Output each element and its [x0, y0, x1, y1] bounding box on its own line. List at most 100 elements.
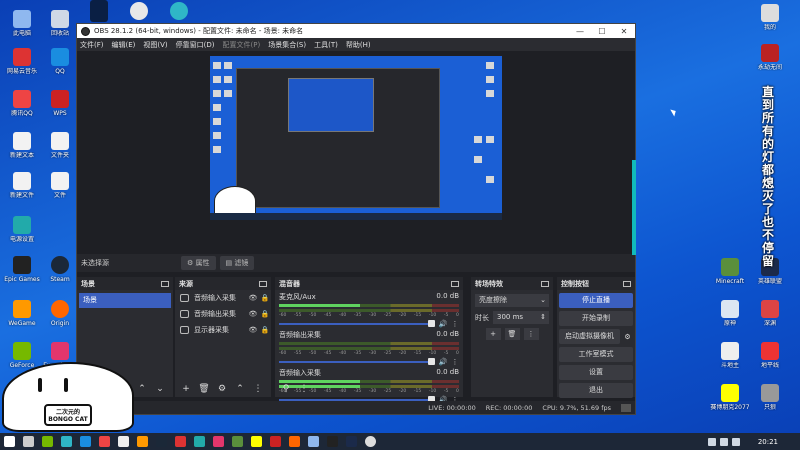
- undock-icon[interactable]: [161, 280, 169, 287]
- visibility-icon[interactable]: 👁: [247, 294, 259, 302]
- source-item[interactable]: 音频输入采集 👁 🔒: [175, 290, 271, 306]
- desktop-icon[interactable]: 只狼: [750, 384, 790, 411]
- desktop-icon[interactable]: 新建文件: [2, 172, 42, 199]
- desktop-icon[interactable]: 网易云音乐: [2, 48, 42, 75]
- desktop-icon[interactable]: QQ: [40, 48, 80, 75]
- lock-icon[interactable]: 🔒: [259, 294, 271, 302]
- start-virtual-camera-button[interactable]: 启动虚拟摄像机: [559, 329, 620, 344]
- desktop-icon[interactable]: WeGame: [2, 300, 42, 327]
- desktop-icon[interactable]: Steam: [40, 256, 80, 283]
- menu-help[interactable]: 帮助(H): [346, 40, 371, 50]
- desktop-icon[interactable]: 原神: [710, 300, 750, 327]
- taskbar-app-icon[interactable]: [42, 436, 53, 447]
- taskbar-app-icon[interactable]: [327, 436, 338, 447]
- taskbar-app-icon[interactable]: [80, 436, 91, 447]
- lock-icon[interactable]: 🔒: [259, 310, 271, 318]
- preview-canvas[interactable]: [210, 56, 502, 220]
- stop-streaming-button[interactable]: 停止直播: [559, 293, 633, 308]
- more-icon[interactable]: ⋮: [297, 383, 311, 395]
- desktop-icon[interactable]: 电源设置: [2, 216, 42, 243]
- desktop-icon[interactable]: 深渊: [750, 300, 790, 327]
- speaker-icon[interactable]: 🔊: [438, 358, 448, 366]
- search-icon[interactable]: [23, 436, 34, 447]
- taskbar-app-icon[interactable]: [175, 436, 186, 447]
- taskbar-app-icon[interactable]: [289, 436, 300, 447]
- source-settings-icon[interactable]: ⚙: [215, 383, 229, 395]
- advanced-audio-icon[interactable]: ⚲: [279, 383, 293, 395]
- clock[interactable]: 20:21: [758, 438, 778, 446]
- studio-mode-button[interactable]: 工作室模式: [559, 347, 633, 362]
- filters-button[interactable]: ▤ 滤镜: [219, 256, 255, 270]
- move-down-icon[interactable]: ⌄: [153, 383, 167, 395]
- more-icon[interactable]: ⋮: [251, 383, 265, 395]
- desktop-icon[interactable]: 回收站: [40, 10, 80, 37]
- properties-button[interactable]: ⚙ 属性: [181, 256, 216, 270]
- menu-profile[interactable]: 配置文件(P): [223, 40, 261, 50]
- menu-file[interactable]: 文件(F): [80, 40, 104, 50]
- visibility-icon[interactable]: 👁: [247, 326, 259, 334]
- slider-handle[interactable]: [428, 358, 435, 365]
- menu-docks[interactable]: 停靠窗口(D): [176, 40, 215, 50]
- undock-icon[interactable]: [259, 280, 267, 287]
- taskbar-app-icon[interactable]: [232, 436, 243, 447]
- scene-item[interactable]: 场景: [79, 293, 171, 308]
- transition-select[interactable]: 亮度擦除 ⌄: [475, 294, 549, 307]
- remove-transition-icon[interactable]: 🗑: [504, 328, 520, 340]
- menu-view[interactable]: 视图(V): [143, 40, 167, 50]
- speaker-icon[interactable]: 🔊: [438, 320, 448, 328]
- lock-icon[interactable]: 🔒: [259, 326, 271, 334]
- settings-button[interactable]: 设置: [559, 365, 633, 380]
- network-icon[interactable]: [720, 437, 728, 446]
- desktop-icon[interactable]: 新建文本: [2, 132, 42, 159]
- desktop-icon[interactable]: 我的: [750, 4, 790, 31]
- taskbar-app-icon[interactable]: [156, 436, 167, 447]
- desktop-icon[interactable]: GeForce: [2, 342, 42, 369]
- taskbar-app-icon[interactable]: [308, 436, 319, 447]
- source-item[interactable]: 显示器采集 👁 🔒: [175, 322, 271, 338]
- stepper-icon[interactable]: ⇕: [540, 311, 546, 324]
- volume-slider[interactable]: [279, 358, 435, 365]
- gear-icon[interactable]: ⚙: [622, 333, 633, 341]
- undock-icon[interactable]: [451, 280, 459, 287]
- desktop-icon[interactable]: 此电脑: [2, 10, 42, 37]
- menu-edit[interactable]: 编辑(E): [112, 40, 136, 50]
- visibility-icon[interactable]: 👁: [247, 310, 259, 318]
- exit-button[interactable]: 退出: [559, 383, 633, 398]
- add-transition-icon[interactable]: +: [485, 328, 501, 340]
- desktop-icon[interactable]: 永劫无间: [750, 44, 790, 71]
- move-up-icon[interactable]: ⌃: [233, 383, 247, 395]
- duration-input[interactable]: 300 ms ⇕: [493, 311, 549, 324]
- desktop-icon[interactable]: 斗地主: [710, 342, 750, 369]
- more-icon[interactable]: ⋮: [523, 328, 539, 340]
- minimize-button[interactable]: —: [569, 27, 591, 36]
- menu-tools[interactable]: 工具(T): [314, 40, 338, 50]
- desktop-icon[interactable]: Minecraft: [710, 258, 750, 285]
- desktop-icon[interactable]: Origin: [40, 300, 80, 327]
- source-item[interactable]: 音频输出采集 👁 🔒: [175, 306, 271, 322]
- volume-icon[interactable]: [732, 437, 740, 446]
- desktop-icon[interactable]: 地平线: [750, 342, 790, 369]
- desktop-icon[interactable]: 腾讯QQ: [2, 90, 42, 117]
- taskbar-app-icon[interactable]: [251, 436, 262, 447]
- desktop-icon-ps[interactable]: [90, 0, 108, 22]
- remove-source-icon[interactable]: 🗑: [197, 383, 211, 395]
- desktop-icon[interactable]: 文件夹: [40, 132, 80, 159]
- menu-scene-collection[interactable]: 场景集合(S): [268, 40, 306, 50]
- more-icon[interactable]: ⋮: [451, 358, 459, 366]
- desktop-icon[interactable]: 文件: [40, 172, 80, 199]
- maximize-button[interactable]: ☐: [591, 27, 613, 36]
- desktop-icon-chrome[interactable]: [130, 2, 148, 20]
- undock-icon[interactable]: [623, 280, 631, 287]
- volume-slider[interactable]: [279, 320, 435, 327]
- obs-taskbar-icon[interactable]: [365, 436, 376, 447]
- desktop-icon[interactable]: 赛博朋克2077: [710, 384, 750, 411]
- taskbar-app-icon[interactable]: [118, 436, 129, 447]
- taskbar-app-icon[interactable]: [61, 436, 72, 447]
- taskbar-app-icon[interactable]: [137, 436, 148, 447]
- desktop-icon[interactable]: WPS: [40, 90, 80, 117]
- close-button[interactable]: ✕: [613, 27, 635, 36]
- taskbar-app-icon[interactable]: [346, 436, 357, 447]
- undock-icon[interactable]: [541, 280, 549, 287]
- taskbar-app-icon[interactable]: [213, 436, 224, 447]
- taskbar-app-icon[interactable]: [99, 436, 110, 447]
